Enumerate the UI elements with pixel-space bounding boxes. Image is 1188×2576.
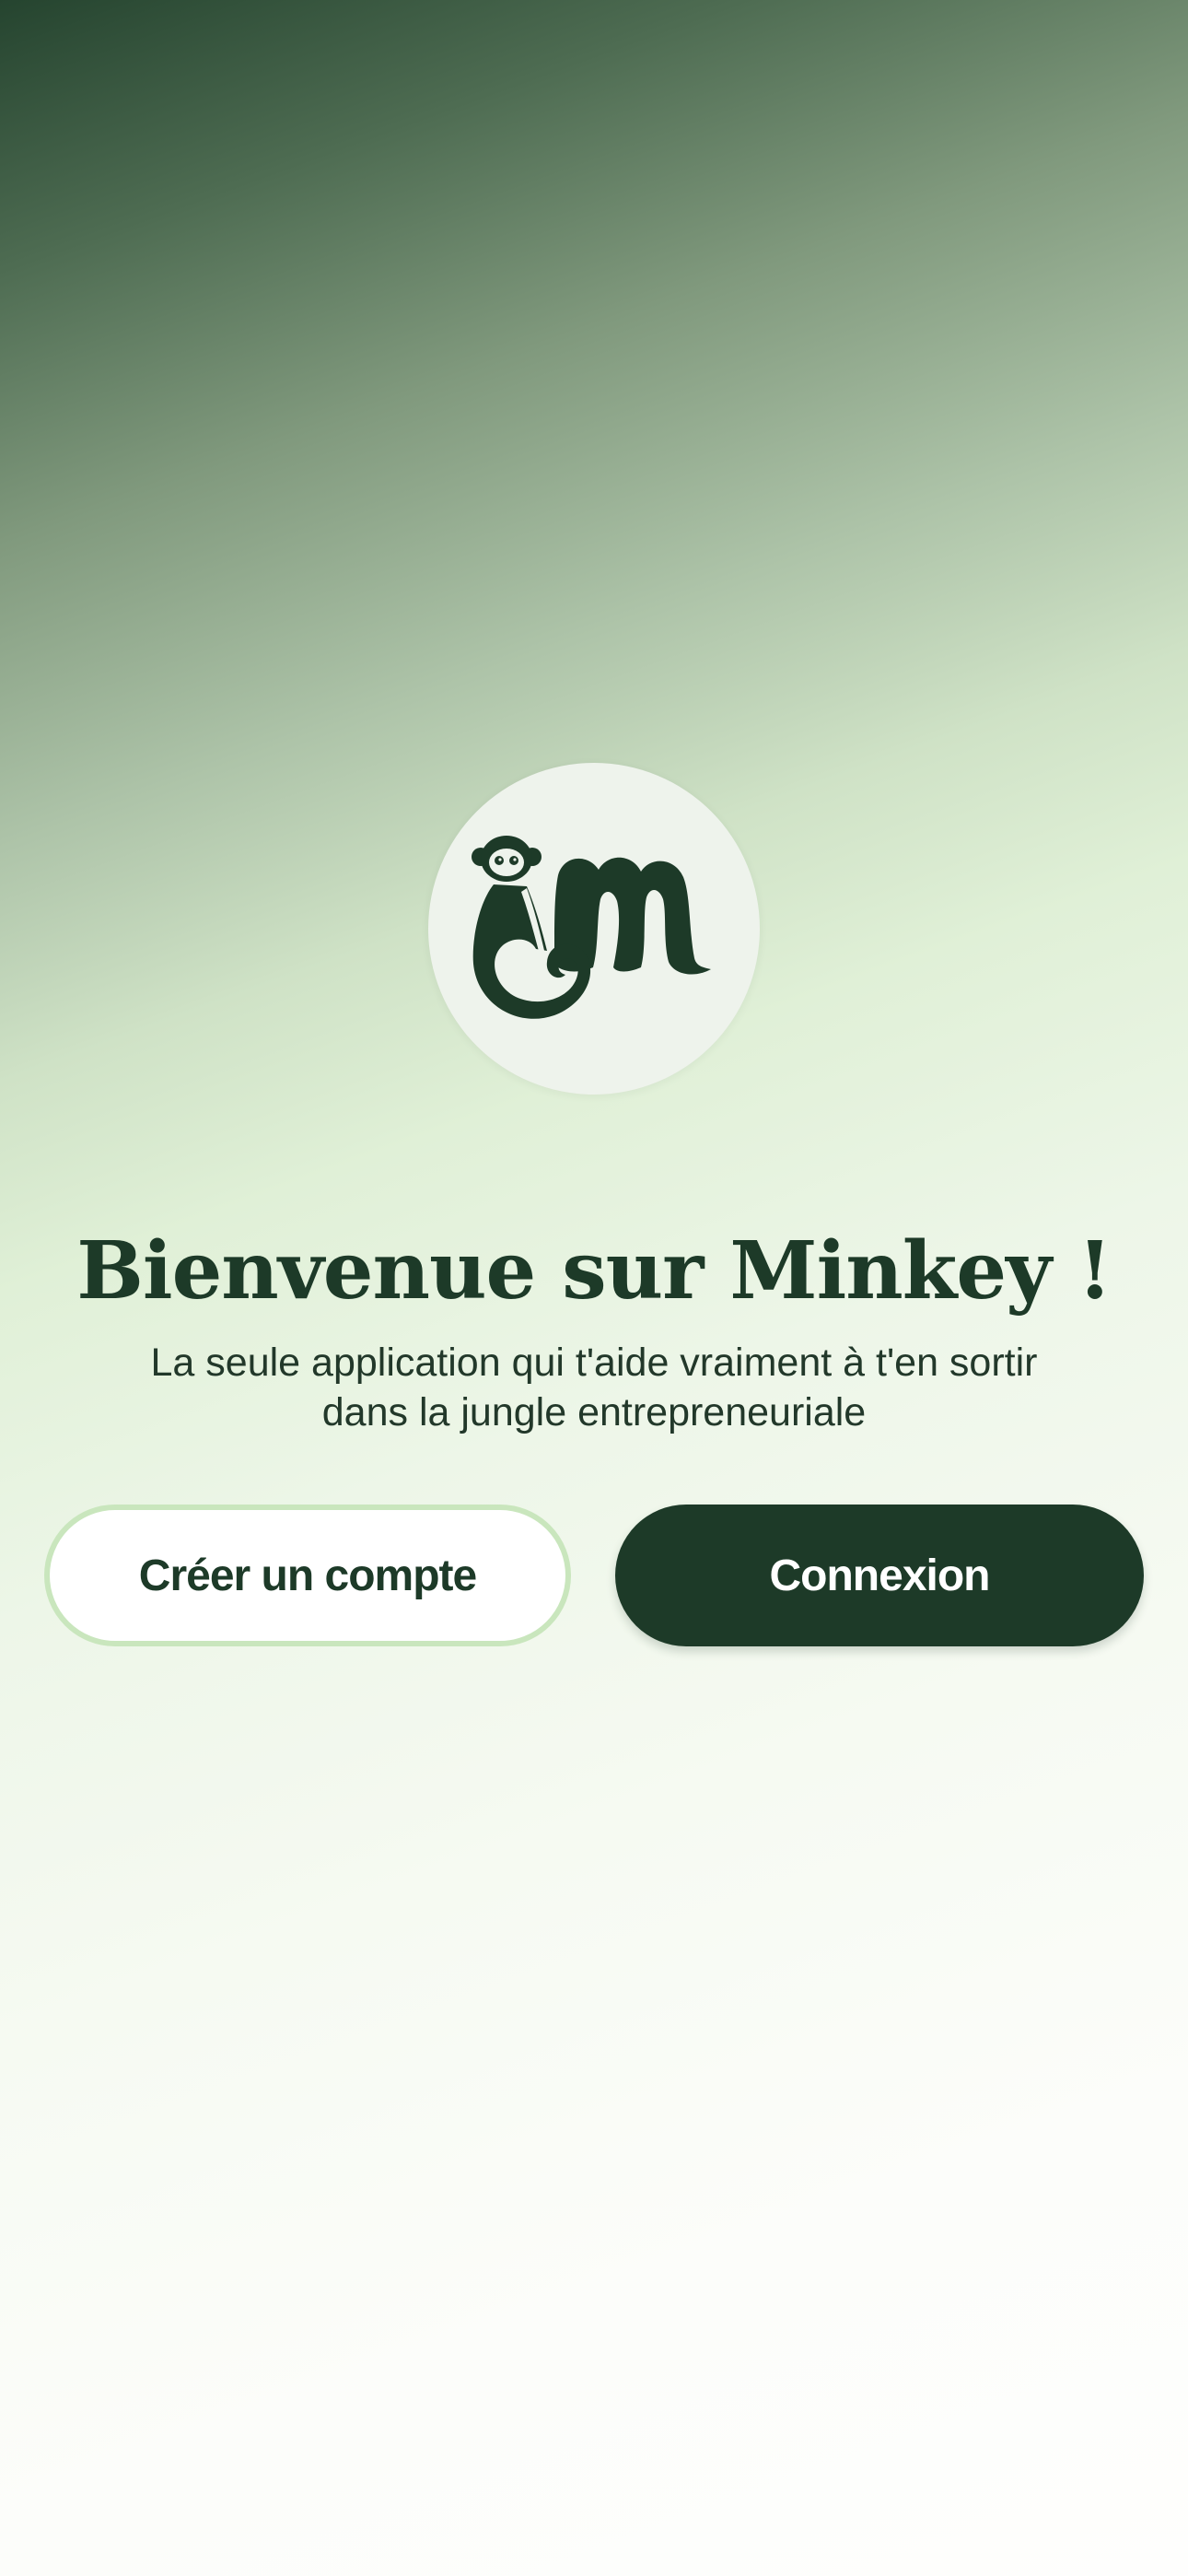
page-title: Bienvenue sur Minkey ! — [76, 1224, 1112, 1317]
minkey-monkey-logo-icon — [472, 836, 711, 1019]
create-account-label: Créer un compte — [138, 1551, 477, 1600]
welcome-screen: Bienvenue sur Minkey ! La seule applicat… — [0, 0, 1188, 2576]
login-label: Connexion — [769, 1551, 991, 1600]
create-account-button[interactable]: Créer un compte — [44, 1505, 571, 1646]
tagline: La seule application qui t'aide vraiment… — [111, 1338, 1077, 1437]
tagline-line-1: La seule application qui t'aide vraiment… — [150, 1341, 1038, 1385]
login-button[interactable]: Connexion — [615, 1505, 1144, 1646]
app-logo — [428, 763, 760, 1095]
tagline-line-2: dans la jungle entrepreneuriale — [321, 1390, 867, 1434]
